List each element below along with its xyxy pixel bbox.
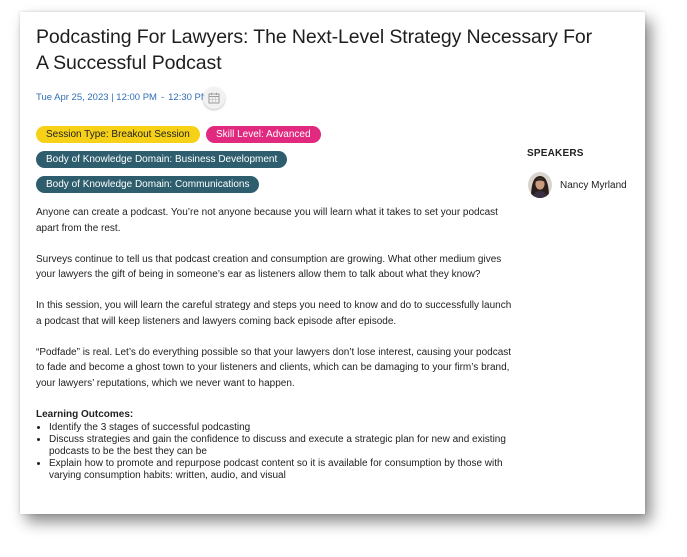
learning-outcome-item: Discuss strategies and gain the confiden… [49, 434, 516, 458]
calendar-icon [208, 92, 220, 104]
avatar[interactable] [528, 172, 552, 198]
speaker-item[interactable]: Nancy Myrland [528, 172, 627, 198]
speakers-heading: SPEAKERS [527, 148, 584, 159]
time-separator: - [160, 92, 165, 103]
bok-communications-tag[interactable]: Body of Knowledge Domain: Communications [36, 176, 260, 193]
session-date: Tue Apr 25, 2023 | 12:00 PM [36, 92, 157, 103]
skill-level-tag[interactable]: Skill Level: Advanced [206, 126, 321, 143]
session-title: Podcasting For Lawyers: The Next-Level S… [36, 26, 593, 74]
session-detail-card: Podcasting For Lawyers: The Next-Level S… [20, 12, 645, 514]
speaker-name[interactable]: Nancy Myrland [560, 180, 627, 191]
bok-business-development-tag[interactable]: Body of Knowledge Domain: Business Devel… [36, 151, 288, 168]
learning-outcome-item: Identify the 3 stages of successful podc… [49, 422, 516, 434]
description-paragraph: Anyone can create a podcast. You’re not … [36, 207, 498, 234]
add-to-calendar-button[interactable] [203, 87, 225, 109]
session-type-tag[interactable]: Session Type: Breakout Session [36, 126, 200, 143]
learning-outcomes-title: Learning Outcomes: [36, 408, 134, 420]
learning-outcome-item: Explain how to promote and repurpose pod… [49, 458, 516, 482]
description-paragraph: “Podfade” is real. Let’s do everything p… [36, 346, 512, 389]
session-description: Anyone can create a podcast. You’re not … [36, 205, 516, 482]
learning-outcomes-list: Identify the 3 stages of successful podc… [36, 422, 516, 482]
description-paragraph: In this session, you will learn the care… [36, 300, 512, 327]
description-paragraph: Surveys continue to tell us that podcast… [36, 253, 502, 281]
session-datetime: Tue Apr 25, 2023 | 12:00 PM - 12:30 PM [36, 92, 209, 103]
